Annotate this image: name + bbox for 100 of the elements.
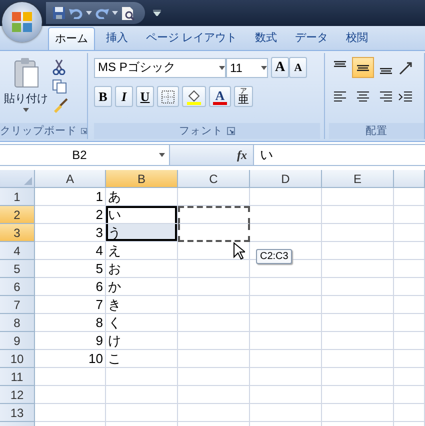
group-label: クリップボード xyxy=(0,124,77,138)
redo-icon[interactable] xyxy=(95,7,109,19)
vertical-align-icon xyxy=(380,68,392,74)
font-size-field[interactable]: 11 xyxy=(226,58,268,78)
dropdown-caret-icon[interactable] xyxy=(86,11,92,15)
indent-icon[interactable] xyxy=(398,90,412,104)
font-color-button[interactable]: A xyxy=(209,86,231,107)
dropdown-caret-icon[interactable] xyxy=(112,11,118,15)
underline-button[interactable]: U xyxy=(136,86,154,107)
table-cell xyxy=(394,260,425,278)
table-cell xyxy=(322,314,394,332)
table-cell xyxy=(250,278,322,296)
row-header[interactable]: 6 xyxy=(0,278,35,296)
table-cell xyxy=(35,386,106,404)
table-cell: 2 xyxy=(35,206,106,224)
insert-function-button[interactable]: fx xyxy=(237,148,247,162)
table-cell: け xyxy=(106,332,178,350)
cursor-icon xyxy=(233,242,245,260)
customize-caret-icon[interactable] xyxy=(153,10,161,16)
vertical-align-icon xyxy=(357,64,370,70)
column-header[interactable]: B xyxy=(106,170,178,188)
table-cell xyxy=(250,332,322,350)
undo-icon[interactable] xyxy=(69,7,83,19)
row-header[interactable]: 2 xyxy=(0,206,35,224)
table-cell xyxy=(250,224,322,242)
bold-button[interactable]: B xyxy=(94,86,112,107)
table-cell xyxy=(394,188,425,206)
table-cell xyxy=(394,206,425,224)
copy-icon[interactable] xyxy=(52,79,67,94)
table-cell xyxy=(322,332,394,350)
row-header[interactable]: 5 xyxy=(0,260,35,278)
row-header[interactable]: 1 xyxy=(0,188,35,206)
table-cell xyxy=(394,386,425,404)
table-cell: 7 xyxy=(35,296,106,314)
dialog-launcher-icon[interactable] xyxy=(81,127,87,135)
align-right-icon xyxy=(378,90,394,104)
table-cell: こ xyxy=(106,350,178,368)
row-header[interactable]: 10 xyxy=(0,350,35,368)
table-cell: く xyxy=(106,314,178,332)
row-header[interactable]: 4 xyxy=(0,242,35,260)
table-cell xyxy=(250,188,322,206)
row-header[interactable]: 13 xyxy=(0,404,35,422)
grow-font-button[interactable]: A xyxy=(271,57,290,78)
table-cell xyxy=(394,224,425,242)
text-orientation-icon[interactable] xyxy=(398,60,414,76)
dropdown-caret-icon[interactable] xyxy=(219,66,225,70)
row-header[interactable]: 8 xyxy=(0,314,35,332)
fill-color-button[interactable] xyxy=(182,86,206,107)
column-header[interactable]: A xyxy=(35,170,106,188)
table-cell xyxy=(394,332,425,350)
row-header[interactable]: 11 xyxy=(0,368,35,386)
italic-button[interactable]: I xyxy=(115,86,133,107)
scissors-icon[interactable] xyxy=(52,59,66,75)
table-cell xyxy=(322,404,394,422)
save-icon[interactable] xyxy=(52,6,66,20)
paste-icon[interactable] xyxy=(12,57,40,89)
table-cell xyxy=(394,404,425,422)
column-header[interactable]: E xyxy=(322,170,394,188)
shrink-font-button[interactable]: A xyxy=(289,57,308,78)
table-cell xyxy=(322,350,394,368)
dialog-launcher-icon[interactable] xyxy=(227,127,236,135)
print-preview-icon[interactable] xyxy=(121,6,135,20)
ribbon-tab[interactable]: 数式 xyxy=(248,26,284,50)
ribbon-tab[interactable]: 校閲 xyxy=(339,26,376,50)
column-header[interactable]: C xyxy=(178,170,250,188)
dropdown-caret-icon[interactable] xyxy=(261,66,267,70)
color-bar-icon xyxy=(213,102,227,104)
table-cell xyxy=(322,278,394,296)
font-name-field[interactable]: MS Pゴシック xyxy=(94,58,226,78)
paste-button[interactable]: 貼り付け xyxy=(4,91,48,106)
table-cell xyxy=(35,404,106,422)
table-cell xyxy=(250,404,322,422)
formula-field[interactable]: い xyxy=(254,145,273,165)
ribbon-tab[interactable]: 挿入 xyxy=(99,26,135,50)
brush-icon[interactable] xyxy=(52,98,68,114)
table-cell: 1 xyxy=(35,188,106,206)
ribbon-tab[interactable]: データ xyxy=(288,26,336,50)
office-logo-icon xyxy=(10,10,34,34)
table-cell xyxy=(322,224,394,242)
dropdown-caret-icon[interactable] xyxy=(159,153,165,157)
table-cell xyxy=(394,350,425,368)
ribbon-tab[interactable]: ページ レイアウト xyxy=(139,26,244,50)
vertical-align-button[interactable] xyxy=(352,57,374,78)
row-header[interactable]: 9 xyxy=(0,332,35,350)
group-label: 配置 xyxy=(366,124,388,138)
align-left-icon xyxy=(332,90,348,104)
row-header[interactable]: 7 xyxy=(0,296,35,314)
table-cell: 8 xyxy=(35,314,106,332)
table-cell xyxy=(250,386,322,404)
align-center-icon xyxy=(355,90,372,104)
table-cell: 4 xyxy=(35,242,106,260)
dropdown-caret-icon[interactable] xyxy=(23,108,29,112)
table-cell xyxy=(322,368,394,386)
column-header[interactable]: D xyxy=(250,170,322,188)
row-header[interactable]: 3 xyxy=(0,224,35,242)
borders-button[interactable] xyxy=(157,86,179,107)
table-cell: え xyxy=(106,242,178,260)
ribbon-tab[interactable]: ホーム xyxy=(48,27,95,50)
group-label: フォント xyxy=(179,124,224,138)
row-header[interactable]: 12 xyxy=(0,386,35,404)
